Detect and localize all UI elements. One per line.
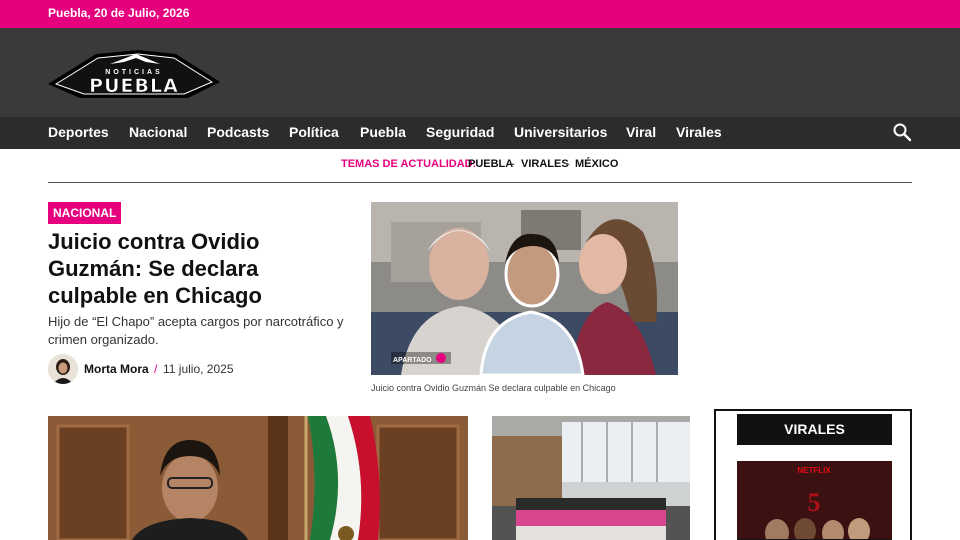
top-bar: Puebla, 20 de Julio, 2026	[0, 0, 960, 28]
article-card-image[interactable]	[48, 416, 468, 540]
masthead: NOTICIAS PUEBLA	[0, 28, 960, 117]
topic-link-virales[interactable]: VIRALES	[521, 158, 569, 170]
search-icon[interactable]	[892, 122, 912, 142]
nav-item-seguridad[interactable]: Seguridad	[426, 124, 494, 140]
nav-item-deportes[interactable]: Deportes	[48, 124, 109, 140]
nav-item-nacional[interactable]: Nacional	[129, 124, 187, 140]
current-date: Puebla, 20 de Julio, 2026	[48, 6, 190, 20]
category-badge[interactable]: NACIONAL	[48, 202, 122, 224]
virales-thumbnail[interactable]: NETFLIX 5	[737, 461, 892, 540]
article-card-image[interactable]	[492, 416, 690, 540]
topic-link-puebla[interactable]: PUEBLA	[468, 158, 513, 170]
meta-separator: /	[154, 362, 158, 376]
topic-separator: -	[511, 158, 515, 170]
main-nav: Deportes Nacional Podcasts Política Pueb…	[0, 117, 960, 149]
image-caption: Juicio contra Ovidio Guzmán Se declara c…	[371, 383, 616, 393]
featured-image[interactable]: APARTADO	[371, 202, 678, 375]
virales-widget: VIRALES NETFLIX 5	[714, 409, 912, 540]
virales-image-brand: NETFLIX	[797, 466, 831, 475]
nav-item-universitarios[interactable]: Universitarios	[514, 124, 607, 140]
virales-heading[interactable]: VIRALES	[737, 414, 892, 445]
nav-item-virales[interactable]: Virales	[676, 124, 722, 140]
nav-item-viral[interactable]: Viral	[626, 124, 656, 140]
divider	[48, 182, 912, 183]
trending-label: TEMAS DE ACTUALIDAD:	[341, 158, 477, 170]
topic-separator: -	[566, 158, 570, 170]
nav-item-politica[interactable]: Política	[289, 124, 339, 140]
author-avatar	[48, 354, 78, 384]
featured-headline[interactable]: Juicio contra Ovidio Guzmán: Se declara …	[48, 228, 348, 309]
logo-main-text: PUEBLA	[89, 75, 179, 97]
trending-topics: TEMAS DE ACTUALIDAD: PUEBLA - VIRALES - …	[0, 158, 960, 174]
topic-link-mexico[interactable]: MÉXICO	[575, 158, 618, 170]
nav-item-puebla[interactable]: Puebla	[360, 124, 406, 140]
svg-text:5: 5	[808, 488, 821, 517]
featured-summary: Hijo de “El Chapo” acepta cargos por nar…	[48, 314, 344, 347]
site-logo[interactable]: NOTICIAS PUEBLA	[48, 48, 220, 100]
nav-item-podcasts[interactable]: Podcasts	[207, 124, 269, 140]
author-name[interactable]: Morta Mora	[84, 362, 149, 376]
publish-date: 11 julio, 2025	[163, 362, 234, 376]
image-watermark: APARTADO	[393, 357, 432, 364]
